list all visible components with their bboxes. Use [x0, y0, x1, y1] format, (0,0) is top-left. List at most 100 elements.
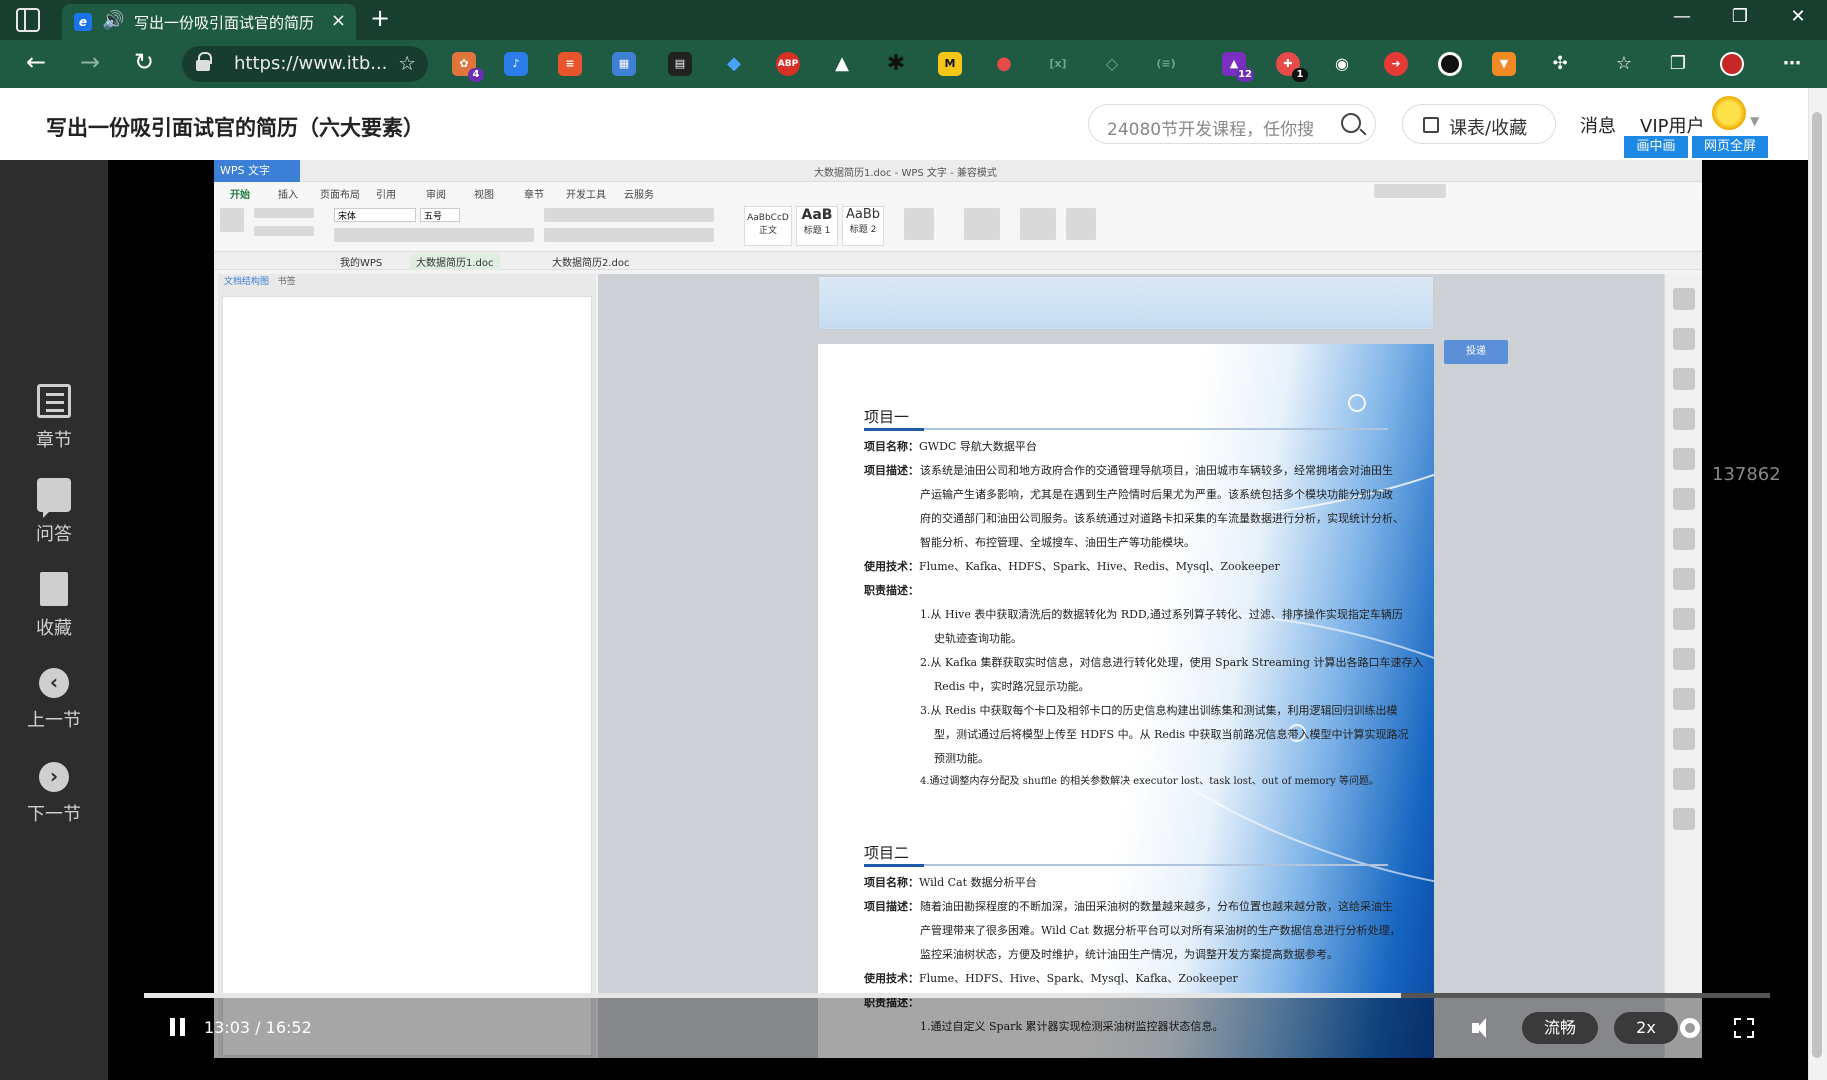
project-1-heading: 项目一 — [864, 408, 910, 426]
wps-side-tool-icon — [1673, 608, 1695, 630]
project-2-heading: 项目二 — [864, 844, 910, 862]
extension-fox-icon[interactable]: ▼ — [1492, 52, 1516, 76]
favorites-icon[interactable]: ☆ — [1612, 52, 1636, 76]
extension-bracket-icon[interactable]: (≡) — [1154, 52, 1178, 76]
messages-link[interactable]: 消息 — [1580, 112, 1616, 138]
wps-menu-item: 视图 — [474, 190, 494, 201]
font-size-select: 五号 — [420, 208, 460, 222]
p1-desc-line: 智能分析、布控管理、全城搜车、油田生产等功能模块。 — [920, 536, 1195, 549]
vip-user-menu[interactable]: VIP用户 — [1640, 112, 1704, 138]
extension-badge-red: 1 — [1292, 68, 1308, 82]
p2-name: Wild Cat 数据分析平台 — [919, 876, 1037, 889]
reload-icon[interactable]: ↻ — [124, 48, 164, 76]
web-fullscreen-button[interactable]: 网页全屏 — [1692, 136, 1768, 158]
extension-adblock-icon[interactable]: ABP — [776, 52, 800, 76]
p1-duty-line: 3.从 Redis 中获取每个卡口及相邻卡口的历史信息构建出训练集和测试集，利用… — [920, 704, 1398, 717]
p1-desc-line: 产运输产生诸多影响，尤其是在遇到生产险情时后果尤为严重。该系统包括多个模块功能分… — [920, 488, 1393, 501]
vip-medal-icon — [1712, 96, 1746, 130]
pause-icon[interactable] — [170, 1018, 186, 1036]
extension-black-circle-icon[interactable] — [1438, 52, 1462, 76]
extension-earth-icon[interactable]: ● — [992, 52, 1016, 76]
wps-side-tool-icon — [1673, 688, 1695, 710]
picture-in-picture-button[interactable]: 画中画 — [1624, 136, 1688, 158]
tab-close-icon[interactable]: × — [331, 10, 346, 31]
list-icon — [1423, 117, 1439, 133]
maximize-button[interactable]: ❐ — [1720, 6, 1760, 27]
select-cursor-icon — [1066, 208, 1096, 240]
tab-title: 写出一份吸引面试官的简历 — [134, 14, 315, 32]
schedule-favorites-button[interactable]: 课表/收藏 — [1402, 104, 1556, 144]
extension-m-icon[interactable]: M — [938, 52, 962, 76]
wps-menu-item: 开始 — [230, 190, 250, 201]
browser-tab-active[interactable]: e 🔊 写出一份吸引面试官的简历 × — [62, 4, 356, 40]
speed-button[interactable]: 2x — [1614, 1012, 1678, 1044]
new-tab-button[interactable]: + — [370, 4, 390, 32]
extension-asterisk-icon[interactable]: ✱ — [884, 52, 908, 76]
wps-doc-title: 大数据简历1.doc - WPS 文字 - 兼容模式 — [814, 168, 997, 179]
extension-diamond-icon[interactable]: ◆ — [722, 52, 746, 76]
speaker-icon[interactable]: 🔊 — [102, 10, 124, 31]
extension-camera-icon[interactable]: ◉ — [1330, 52, 1354, 76]
clipboard-tools — [254, 208, 314, 218]
extension-badge: 4 — [468, 68, 484, 82]
format-painter — [254, 226, 314, 236]
paragraph-tools-top — [544, 208, 714, 222]
extension-red-circle-icon[interactable]: ➜ — [1384, 52, 1408, 76]
minimize-button[interactable]: — — [1662, 6, 1702, 27]
wps-side-tool-icon — [1673, 448, 1695, 470]
forward-arrow-icon[interactable]: → — [70, 48, 110, 76]
p1-duty-line: 史轨迹查询功能。 — [934, 632, 1022, 645]
schedule-favorites-label: 课表/收藏 — [1449, 118, 1528, 139]
fullscreen-icon[interactable] — [1734, 1018, 1754, 1038]
nav-qa[interactable]: 问答 — [0, 478, 108, 546]
quality-button[interactable]: 流畅 — [1522, 1012, 1598, 1044]
address-bar[interactable]: https://www.itb... ☆ — [182, 46, 428, 82]
chevron-down-icon[interactable]: ▼ — [1750, 114, 1759, 128]
p2-tech-line: 使用技术：Flume、HDFS、Hive、Spark、Mysql、Kafka、Z… — [864, 970, 1238, 986]
nav-favorite[interactable]: 收藏 — [0, 572, 108, 640]
wps-side-tool-icon — [1673, 288, 1695, 310]
nav-chapters[interactable]: 章节 — [0, 384, 108, 452]
nav-prev-lesson[interactable]: ‹ 上一节 — [0, 668, 108, 732]
page-scrollbar-thumb[interactable] — [1812, 112, 1822, 1058]
back-arrow-icon[interactable]: ← — [16, 48, 56, 76]
project-1-rule — [864, 428, 1388, 431]
p1-duty-line: Redis 中，实时路况显示功能。 — [934, 680, 1090, 693]
extensions-puzzle-icon[interactable]: ✣ — [1548, 52, 1572, 76]
style-name: 正文 — [758, 226, 777, 236]
extension-purple-icon[interactable]: ▲ 12 — [1222, 52, 1254, 82]
p2-tech: Flume、HDFS、Hive、Spark、Mysql、Kafka、Zookee… — [919, 972, 1238, 985]
paragraph-tools-bottom — [544, 228, 714, 242]
collections-icon[interactable]: ❐ — [1666, 52, 1690, 76]
nav-next-lesson[interactable]: › 下一节 — [0, 762, 108, 826]
extension-mountain-icon[interactable]: ▲ — [830, 52, 854, 76]
close-window-button[interactable]: ✕ — [1778, 6, 1818, 27]
font-format-buttons — [334, 228, 534, 242]
favorite-star-icon[interactable]: ☆ — [398, 51, 416, 75]
extension-calculator-icon[interactable]: ▤ — [668, 52, 692, 76]
settings-gear-icon[interactable] — [1680, 1018, 1700, 1038]
tab-actions-icon[interactable] — [16, 8, 40, 32]
course-side-nav: 章节 问答 收藏 ‹ 上一节 › 下一节 — [0, 160, 108, 1080]
p1-desc-line: 府的交通部门和油田公司服务。该系统通过对道路卡扣采集的车流量数据进行分析，实现统… — [920, 512, 1404, 525]
extension-badge-purple: 12 — [1236, 68, 1254, 82]
profile-avatar[interactable] — [1720, 52, 1744, 76]
wps-ribbon: 宋体 五号 AaBbCcD 正文 AaB 标题 1 AaBb 标题 2 — [214, 184, 1702, 252]
p1-tech-line: 使用技术：Flume、Kafka、HDFS、Spark、Hive、Redis、M… — [864, 558, 1280, 574]
course-search-input[interactable]: 24080节开发课程，任你搜 — [1088, 104, 1376, 144]
style-heading-1: AaB 标题 1 — [796, 206, 838, 246]
bookmark-icon — [40, 572, 68, 606]
previous-page-bottom — [818, 276, 1434, 330]
extension-shield-icon[interactable]: ✚ 1 — [1276, 52, 1308, 82]
extension-diamond-outline-icon[interactable]: ◇ — [1100, 52, 1124, 76]
wps-side-tool-icon — [1673, 768, 1695, 790]
volume-icon[interactable] — [1472, 1016, 1496, 1040]
extension-tiktok-icon[interactable]: ♪ — [504, 52, 528, 76]
wps-tab-doc2: 大数据简历2.doc — [552, 258, 630, 269]
extension-notes-icon[interactable]: ≡ — [558, 52, 582, 76]
extension-mask-icon[interactable]: ✿ 4 — [452, 52, 484, 82]
search-icon[interactable] — [1341, 113, 1361, 133]
extension-grid-icon[interactable]: ▦ — [612, 52, 636, 76]
more-menu-icon[interactable]: ⋯ — [1780, 52, 1804, 76]
extension-code-icon[interactable]: [x] — [1046, 52, 1070, 76]
